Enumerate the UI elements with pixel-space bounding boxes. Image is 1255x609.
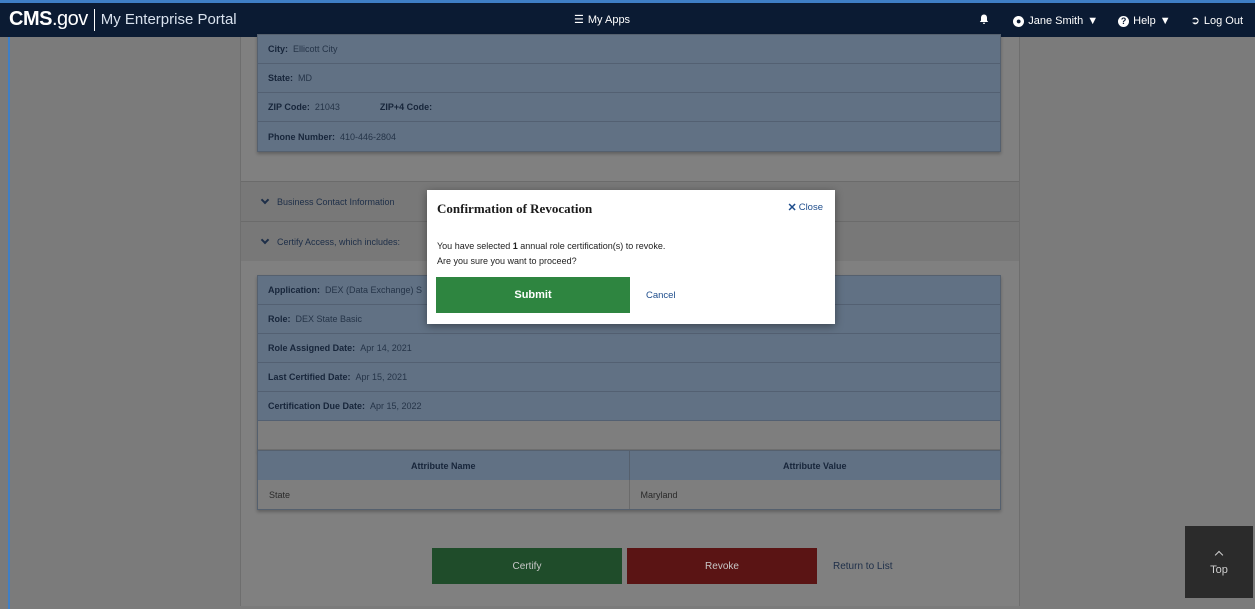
list-icon: ☰: [574, 13, 584, 26]
phone-row: Phone Number: 410-446-2804: [258, 122, 1000, 151]
zip-label: ZIP Code:: [268, 102, 310, 112]
sign-out-icon: ➲: [1190, 14, 1200, 27]
attribute-table: Attribute Name Attribute Value State Mar…: [257, 450, 1001, 510]
modal-body: You have selected 1 annual role certific…: [437, 239, 665, 269]
cms-logo: CMS.gov: [9, 8, 88, 30]
state-label: State:: [268, 73, 294, 83]
attribute-name-cell: State: [258, 480, 630, 509]
brand[interactable]: CMS.gov My Enterprise Portal: [9, 8, 237, 31]
phone-value: 410-446-2804: [340, 131, 397, 142]
zip4-label: ZIP+4 Code:: [379, 102, 433, 112]
city-label: City:: [268, 44, 288, 54]
question-circle-icon: ?: [1118, 15, 1130, 27]
help-label: Help: [1133, 15, 1156, 27]
phone-label: Phone Number:: [268, 131, 336, 142]
modal-close-button[interactable]: ✕ Close: [787, 201, 823, 214]
modal-message-line1: You have selected 1 annual role certific…: [437, 241, 666, 251]
return-to-list-link[interactable]: Return to List: [833, 561, 892, 572]
attribute-table-header: Attribute Name Attribute Value: [258, 451, 1000, 480]
state-value: MD: [298, 73, 313, 83]
spacer-row: [258, 421, 1000, 450]
header-attribute-value: Attribute Value: [782, 460, 847, 471]
bell-icon: [979, 14, 989, 28]
assigned-date-value: Apr 14, 2021: [360, 343, 412, 353]
user-circle-icon: ●: [1013, 15, 1025, 27]
caret-down-icon: ▼: [1087, 14, 1099, 27]
assigned-date-label: Role Assigned Date:: [268, 343, 356, 353]
caret-up-icon: [1214, 550, 1224, 560]
top-navbar: CMS.gov My Enterprise Portal ☰ My Apps ●…: [0, 0, 1255, 37]
zip-value: 21043: [314, 102, 340, 112]
portal-name: My Enterprise Portal: [100, 11, 237, 28]
modal-close-label: Close: [798, 202, 823, 213]
user-name: Jane Smith: [1028, 15, 1084, 27]
address-info-box: City: Ellicott City State: MD ZIP Code: …: [257, 34, 1001, 152]
submit-button[interactable]: Submit: [436, 277, 630, 313]
zip-row: ZIP Code: 21043 ZIP+4 Code:: [258, 93, 1000, 122]
header-attribute-name: Attribute Name: [258, 451, 630, 480]
due-date-label: Certification Due Date:: [268, 401, 366, 411]
close-icon: ✕: [787, 202, 797, 214]
section-business-contact-label: Business Contact Information: [277, 196, 395, 207]
last-certified-label: Last Certified Date:: [268, 372, 351, 382]
modal-message-line2: Are you sure you want to proceed?: [437, 256, 577, 266]
caret-down-icon: ▼: [1159, 14, 1171, 27]
section-certify-access-label: Certify Access, which includes:: [277, 236, 401, 247]
due-date-row: Certification Due Date: Apr 15, 2022: [258, 392, 1000, 421]
user-menu[interactable]: ● Jane Smith ▼: [1013, 15, 1098, 27]
my-apps-label: My Apps: [587, 14, 631, 26]
assigned-date-row: Role Assigned Date: Apr 14, 2021: [258, 334, 1000, 363]
chevron-down-icon: [260, 195, 270, 204]
city-row: City: Ellicott City: [258, 35, 1000, 64]
state-row: State: MD: [258, 64, 1000, 93]
due-date-value: Apr 15, 2022: [370, 401, 422, 411]
cancel-link[interactable]: Cancel: [646, 290, 676, 301]
certify-button[interactable]: Certify: [432, 548, 622, 584]
revoke-button[interactable]: Revoke: [627, 548, 817, 584]
chevron-down-icon: [260, 235, 270, 244]
logout-label: Log Out: [1203, 15, 1243, 27]
role-value: DEX State Basic: [295, 314, 363, 324]
application-label: Application:: [268, 285, 320, 295]
notifications-button[interactable]: [979, 14, 989, 28]
modal-title: Confirmation of Revocation: [437, 201, 593, 216]
application-value: DEX (Data Exchange) S: [325, 285, 423, 295]
my-apps-menu[interactable]: ☰ My Apps: [574, 14, 630, 26]
role-label: Role:: [268, 314, 291, 324]
help-menu[interactable]: ? Help ▼: [1118, 15, 1171, 27]
back-to-top-button[interactable]: Top: [1185, 526, 1253, 598]
brand-divider: [93, 8, 95, 31]
table-row: State Maryland: [258, 480, 1000, 509]
logout-button[interactable]: ➲ Log Out: [1191, 15, 1243, 27]
city-value: Ellicott City: [293, 44, 338, 54]
top-label: Top: [1210, 564, 1228, 576]
last-certified-value: Apr 15, 2021: [355, 372, 408, 382]
attribute-value-cell: Maryland: [640, 489, 678, 500]
revocation-modal: Confirmation of Revocation ✕ Close You h…: [427, 190, 835, 324]
last-certified-row: Last Certified Date: Apr 15, 2021: [258, 363, 1000, 392]
